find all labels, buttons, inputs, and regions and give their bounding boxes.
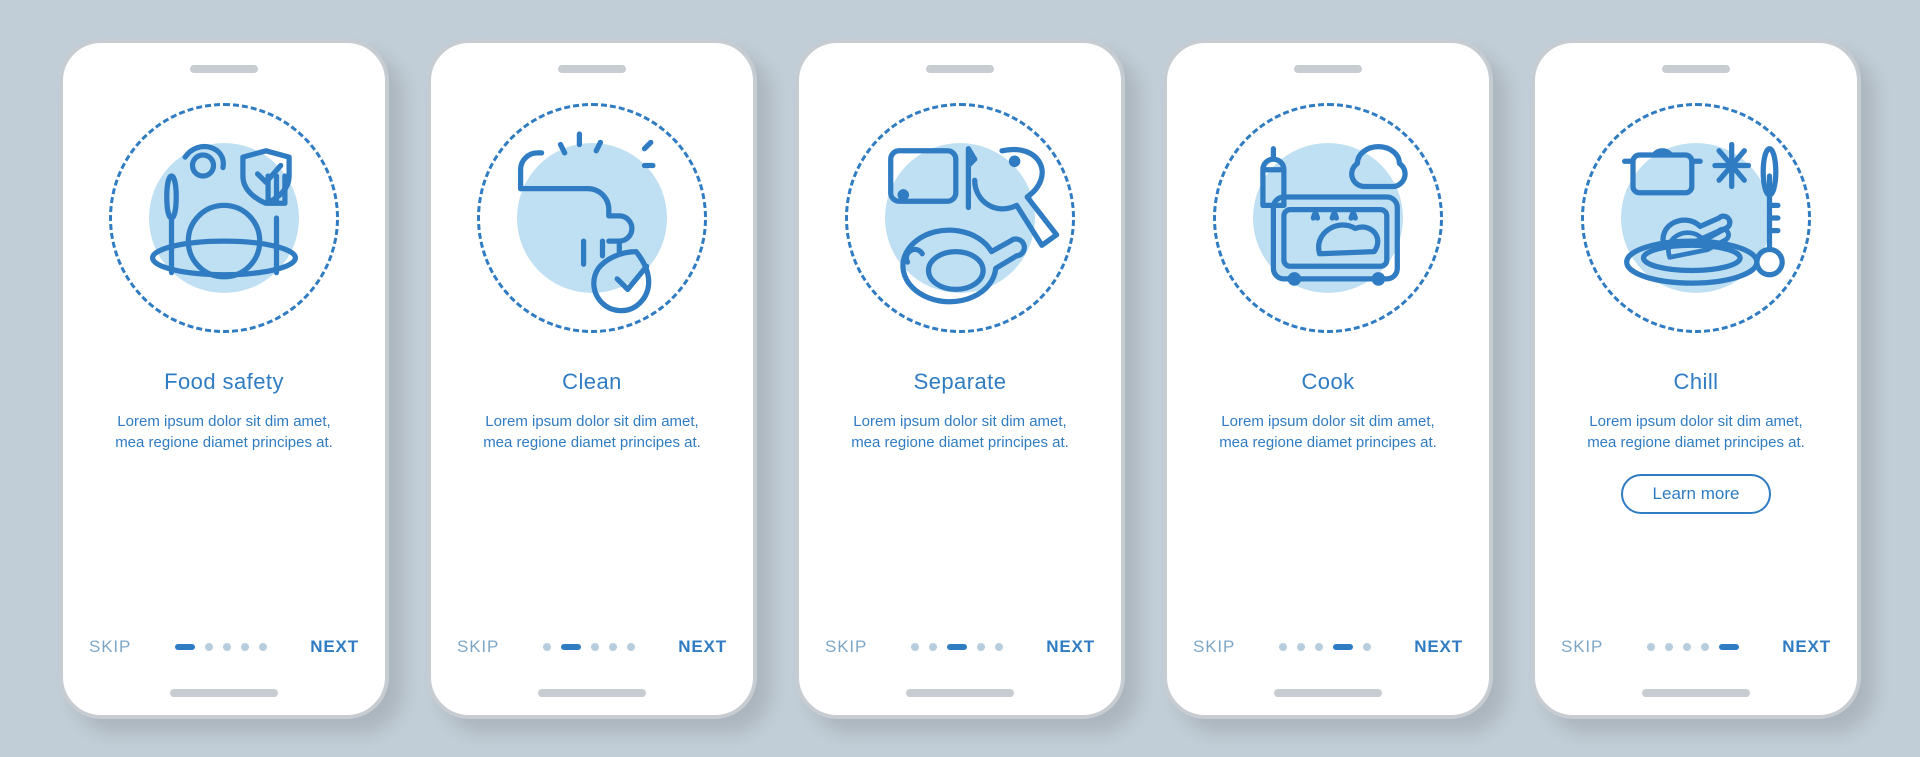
phone-screen-2: Separate Lorem ipsum dolor sit dim amet,…	[795, 39, 1125, 719]
page-dot[interactable]	[1333, 644, 1353, 650]
page-dot[interactable]	[591, 643, 599, 651]
screen-description: Lorem ipsum dolor sit dim amet, mea regi…	[85, 411, 363, 455]
page-dot[interactable]	[609, 643, 617, 651]
page-dot[interactable]	[1701, 643, 1709, 651]
next-button[interactable]: NEXT	[678, 637, 727, 657]
skip-button[interactable]: SKIP	[1561, 637, 1603, 657]
next-button[interactable]: NEXT	[310, 637, 359, 657]
page-dot[interactable]	[1665, 643, 1673, 651]
food-safety-icon	[109, 103, 339, 333]
phone-screen-4: Chill Lorem ipsum dolor sit dim amet, me…	[1531, 39, 1861, 719]
page-dot[interactable]	[223, 643, 231, 651]
onboarding-nav: SKIP NEXT	[431, 637, 753, 657]
phone-speaker	[1294, 65, 1362, 73]
page-dot[interactable]	[205, 643, 213, 651]
phone-screen-1: Clean Lorem ipsum dolor sit dim amet, me…	[427, 39, 757, 719]
page-dot[interactable]	[241, 643, 249, 651]
page-dots	[911, 643, 1003, 651]
home-indicator	[1274, 689, 1382, 697]
skip-button[interactable]: SKIP	[89, 637, 131, 657]
phone-screen-0: Food safety Lorem ipsum dolor sit dim am…	[59, 39, 389, 719]
onboarding-nav: SKIP NEXT	[1167, 637, 1489, 657]
page-dot[interactable]	[175, 644, 195, 650]
phone-speaker	[190, 65, 258, 73]
page-dot[interactable]	[627, 643, 635, 651]
page-dot[interactable]	[259, 643, 267, 651]
screen-title: Chill	[1674, 369, 1719, 395]
page-dot[interactable]	[947, 644, 967, 650]
home-indicator	[538, 689, 646, 697]
chill-icon	[1581, 103, 1811, 333]
screen-title: Cook	[1301, 369, 1354, 395]
separate-icon	[845, 103, 1075, 333]
phone-speaker	[926, 65, 994, 73]
onboarding-nav: SKIP NEXT	[799, 637, 1121, 657]
page-dot[interactable]	[995, 643, 1003, 651]
page-dot[interactable]	[1363, 643, 1371, 651]
screen-title: Separate	[914, 369, 1007, 395]
page-dot[interactable]	[1683, 643, 1691, 651]
page-dot[interactable]	[929, 643, 937, 651]
page-dots	[543, 643, 635, 651]
clean-icon	[477, 103, 707, 333]
screen-description: Lorem ipsum dolor sit dim amet, mea regi…	[1557, 411, 1835, 455]
learn-more-button[interactable]: Learn more	[1621, 474, 1772, 514]
next-button[interactable]: NEXT	[1782, 637, 1831, 657]
page-dot[interactable]	[1719, 644, 1739, 650]
screen-description: Lorem ipsum dolor sit dim amet, mea regi…	[453, 411, 731, 455]
page-dot[interactable]	[1647, 643, 1655, 651]
page-dot[interactable]	[543, 643, 551, 651]
skip-button[interactable]: SKIP	[1193, 637, 1235, 657]
cook-icon	[1213, 103, 1443, 333]
skip-button[interactable]: SKIP	[457, 637, 499, 657]
page-dot[interactable]	[561, 644, 581, 650]
screen-description: Lorem ipsum dolor sit dim amet, mea regi…	[821, 411, 1099, 455]
page-dot[interactable]	[977, 643, 985, 651]
home-indicator	[906, 689, 1014, 697]
screen-title: Food safety	[164, 369, 284, 395]
skip-button[interactable]: SKIP	[825, 637, 867, 657]
screen-title: Clean	[562, 369, 622, 395]
page-dot[interactable]	[1279, 643, 1287, 651]
next-button[interactable]: NEXT	[1046, 637, 1095, 657]
page-dots	[1647, 643, 1739, 651]
page-dot[interactable]	[1315, 643, 1323, 651]
phone-screen-3: Cook Lorem ipsum dolor sit dim amet, mea…	[1163, 39, 1493, 719]
page-dots	[1279, 643, 1371, 651]
screen-description: Lorem ipsum dolor sit dim amet, mea regi…	[1189, 411, 1467, 455]
phone-speaker	[558, 65, 626, 73]
page-dot[interactable]	[1297, 643, 1305, 651]
next-button[interactable]: NEXT	[1414, 637, 1463, 657]
phone-speaker	[1662, 65, 1730, 73]
page-dot[interactable]	[911, 643, 919, 651]
home-indicator	[170, 689, 278, 697]
onboarding-nav: SKIP NEXT	[63, 637, 385, 657]
page-dots	[175, 643, 267, 651]
home-indicator	[1642, 689, 1750, 697]
onboarding-nav: SKIP NEXT	[1535, 637, 1857, 657]
